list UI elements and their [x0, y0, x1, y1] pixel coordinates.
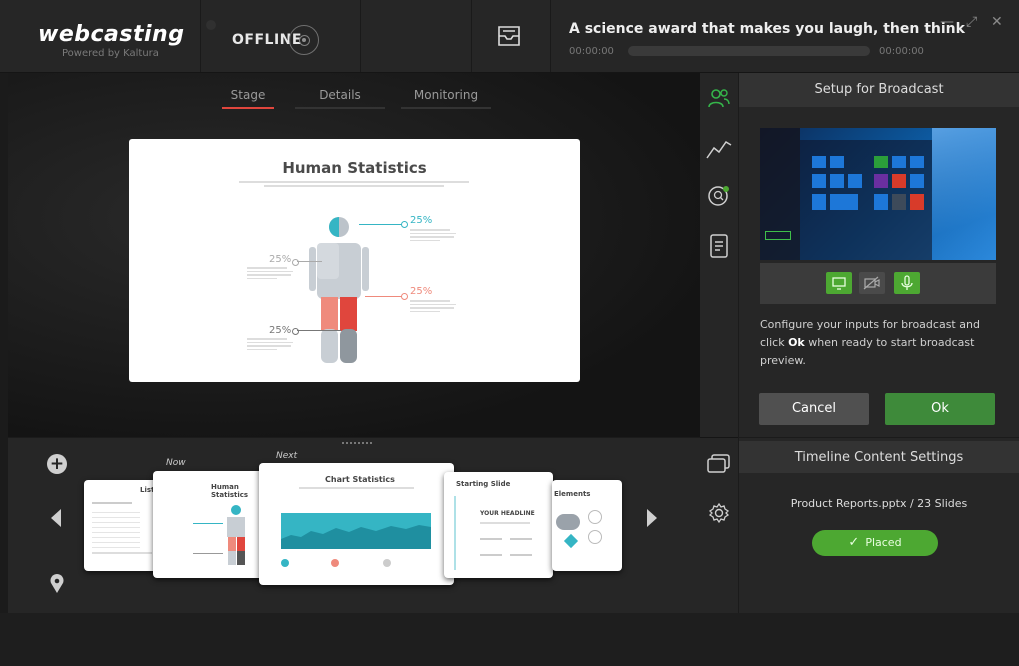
tab-monitoring[interactable]: Monitoring	[401, 88, 491, 102]
stat-dot	[401, 221, 408, 228]
tab-stage-underline	[222, 107, 274, 109]
previous-arrow-icon[interactable]	[49, 508, 63, 532]
event-progress-bar	[628, 46, 870, 56]
analytics-icon[interactable]	[706, 136, 732, 164]
slide-card-headline: YOUR HEADLINE	[480, 510, 535, 517]
users-icon[interactable]	[707, 86, 731, 114]
stat-dot	[401, 293, 408, 300]
file-info: Product Reports.pptx / 23 Slides	[790, 497, 968, 510]
inbox-icon[interactable]	[496, 25, 522, 51]
slide-subtitle-text	[239, 181, 469, 191]
timeline-resize-handle[interactable]	[342, 442, 372, 446]
broadcast-icon[interactable]	[289, 25, 319, 55]
broadcast-preview	[760, 128, 996, 260]
tab-details[interactable]: Details	[295, 88, 385, 102]
app-logo: webcasting	[38, 22, 185, 47]
now-label: Now	[166, 458, 186, 468]
next-label: Next	[276, 451, 298, 461]
slide-card-next[interactable]: Chart Statistics	[259, 463, 454, 585]
slide-card[interactable]: Starting Slide YOUR HEADLINE	[444, 472, 553, 578]
close-icon[interactable]: ✕	[991, 14, 1003, 30]
slide-card-title: Starting Slide	[456, 480, 511, 488]
slide-card[interactable]: Elements	[552, 480, 622, 571]
slide-card-now[interactable]: Human Statistics	[153, 471, 271, 578]
setup-instructions: Configure your inputs for broadcast and …	[760, 318, 980, 367]
tab-details-underline	[295, 107, 385, 109]
minimize-icon[interactable]: —	[940, 14, 954, 30]
cancel-button[interactable]: Cancel	[759, 393, 869, 425]
camera-off-icon[interactable]	[859, 272, 885, 294]
microphone-icon[interactable]	[894, 272, 920, 294]
time-total: 00:00:00	[879, 46, 924, 57]
bottom-area	[0, 613, 1019, 666]
time-elapsed: 00:00:00	[569, 46, 614, 57]
stat-connector	[359, 224, 404, 225]
app-logo-subtitle: Powered by Kaltura	[62, 48, 159, 59]
expand-icon[interactable]: ⤢	[966, 14, 977, 30]
slides-icon[interactable]	[706, 452, 732, 480]
ok-button[interactable]: Ok	[885, 393, 995, 425]
placed-button[interactable]: ✓ Placed	[812, 530, 938, 556]
status-indicator	[206, 20, 216, 30]
checkmark-icon: ✓	[848, 535, 860, 550]
slide-title: Human Statistics	[282, 159, 427, 177]
current-slide: Human Statistics 25% 25% 25% 25%	[129, 139, 580, 382]
stat-description	[247, 267, 293, 281]
setup-title: Setup for Broadcast	[814, 82, 944, 97]
stat-connector	[365, 296, 405, 297]
slide-card-title: Chart Statistics	[325, 475, 395, 484]
slide-card[interactable]: List	[84, 480, 164, 571]
timeline-settings-title: Timeline Content Settings	[794, 450, 964, 465]
event-title: A science award that makes you laugh, th…	[569, 21, 965, 37]
location-pin-icon[interactable]	[49, 574, 65, 598]
stat-connector	[297, 261, 322, 262]
stat-description	[410, 300, 456, 314]
next-arrow-icon[interactable]	[645, 508, 659, 532]
stat-value: 25%	[269, 325, 292, 336]
side-divider	[700, 437, 738, 438]
slide-card-title: Elements	[554, 490, 591, 498]
stat-connector	[297, 330, 341, 331]
stat-description	[410, 229, 456, 243]
qa-icon[interactable]	[707, 184, 731, 214]
tab-stage[interactable]: Stage	[222, 88, 274, 102]
settings-icon[interactable]	[707, 501, 731, 529]
stat-description	[247, 338, 293, 352]
screen-share-icon[interactable]	[826, 272, 852, 294]
human-figure	[309, 217, 369, 363]
stat-value: 25%	[410, 215, 433, 226]
tab-monitoring-underline	[401, 107, 491, 109]
add-icon[interactable]: +	[47, 454, 67, 474]
stat-value: 25%	[410, 286, 433, 297]
document-icon[interactable]	[709, 233, 729, 263]
stat-value: 25%	[269, 254, 292, 265]
placed-label: Placed	[865, 536, 902, 549]
